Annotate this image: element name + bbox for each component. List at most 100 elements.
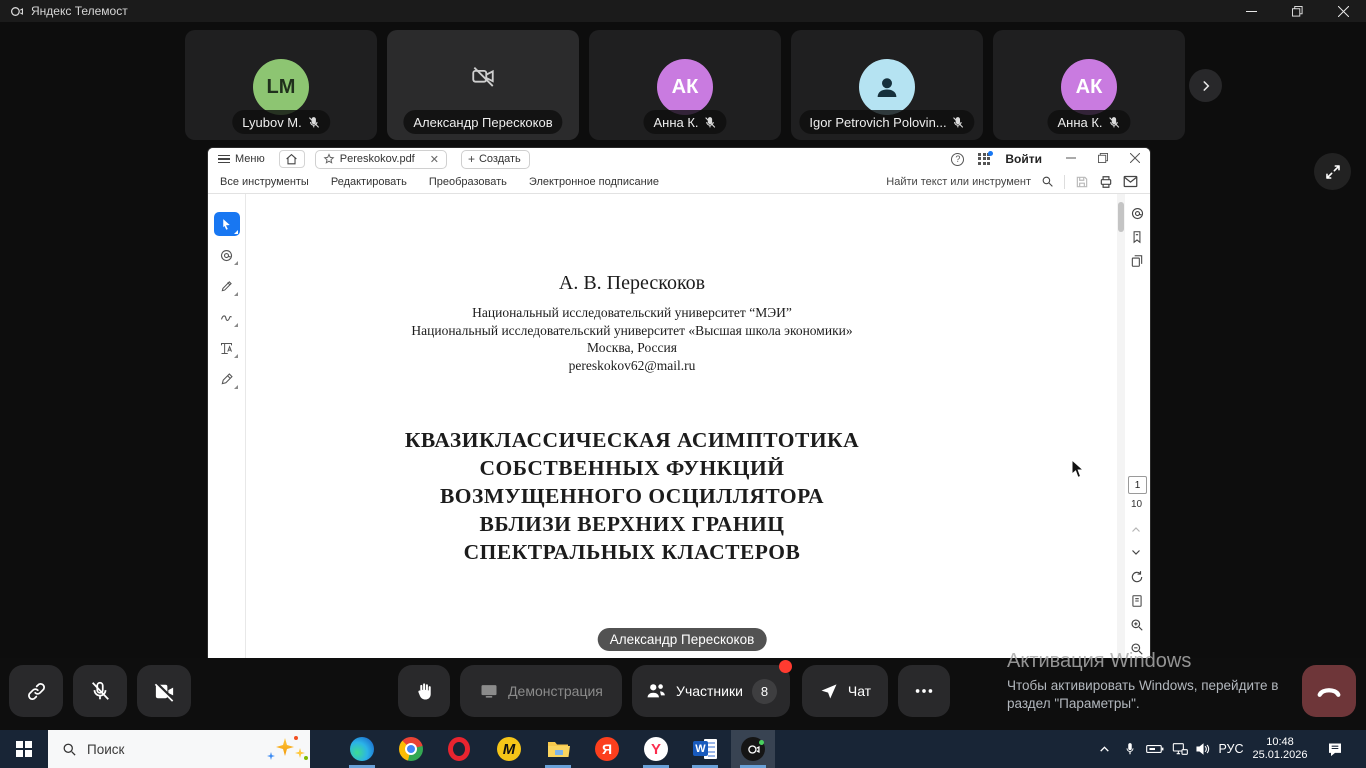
taskbar-yandex-browser-icon[interactable]: Y <box>644 737 668 761</box>
tray-battery-icon[interactable] <box>1142 730 1167 768</box>
help-icon[interactable]: ? <box>951 153 964 166</box>
end-call-button[interactable] <box>1302 665 1356 717</box>
sparkle-dot-green <box>304 756 308 760</box>
scrollbar-thumb[interactable] <box>1118 202 1124 232</box>
pdf-close-button[interactable] <box>1130 153 1140 166</box>
window-restore-button[interactable] <box>1274 0 1320 22</box>
mic-muted-icon <box>307 116 320 129</box>
share-screen-label: Демонстрация <box>508 683 603 699</box>
page-number-input[interactable]: 1 <box>1128 476 1147 494</box>
sign-in-button[interactable]: Войти <box>1005 152 1042 166</box>
end-call-icon <box>1316 684 1342 699</box>
apps-grid-icon[interactable] <box>978 153 991 166</box>
tray-language-indicator[interactable]: РУС <box>1214 730 1248 768</box>
more-options-button[interactable] <box>898 665 950 717</box>
participant-tile[interactable]: Igor Petrovich Polovin... <box>791 30 983 140</box>
mic-muted-icon <box>704 116 717 129</box>
highlight-tool-button[interactable] <box>214 274 240 298</box>
copy-link-button[interactable] <box>9 665 63 717</box>
esign-menu-item[interactable]: Электронное подписание <box>529 176 659 188</box>
create-button[interactable]: Создать <box>461 150 530 169</box>
window-close-button[interactable] <box>1320 0 1366 22</box>
mail-icon[interactable] <box>1123 175 1138 188</box>
search-icon[interactable] <box>1041 175 1054 188</box>
pdf-window: Меню Pereskokov.pdf ✕ Создать ? Войти <box>208 148 1150 658</box>
comment-tool-button[interactable] <box>214 243 240 267</box>
share-screen-button[interactable]: Демонстрация <box>460 665 622 717</box>
yandex-browser-active-indicator <box>643 765 669 768</box>
taskbar-explorer-icon[interactable] <box>546 737 570 761</box>
zoom-in-icon[interactable] <box>1130 618 1144 635</box>
tray-action-center-icon[interactable] <box>1322 730 1347 768</box>
taskbar-word-icon[interactable]: W <box>693 737 717 761</box>
tray-volume-icon[interactable] <box>1190 730 1215 768</box>
print-icon[interactable] <box>1099 175 1113 189</box>
taskbar-search-box[interactable]: Поиск <box>48 730 310 768</box>
taskbar-opera-icon[interactable] <box>447 737 471 761</box>
avatar: АК <box>1061 59 1117 115</box>
participant-tile[interactable]: АК Анна К. <box>589 30 781 140</box>
home-tab-button[interactable] <box>279 150 305 168</box>
convert-menu-item[interactable]: Преобразовать <box>429 176 507 188</box>
create-label: Создать <box>479 153 521 165</box>
tray-clock[interactable]: 10:48 25.01.2026 <box>1248 730 1312 768</box>
pages-panel-icon[interactable] <box>1130 254 1144 271</box>
sparkle-dot-orange <box>294 736 298 740</box>
pdf-minimize-button[interactable] <box>1066 153 1076 166</box>
select-tool-button[interactable] <box>214 212 240 236</box>
tray-network-icon[interactable] <box>1167 730 1192 768</box>
participant-tile[interactable]: LM Lyubov M. <box>185 30 377 140</box>
pdf-toolbar: Все инструменты Редактировать Преобразов… <box>208 170 1150 194</box>
tab-close-icon[interactable]: ✕ <box>430 153 439 166</box>
tray-chevron-up[interactable] <box>1092 730 1117 768</box>
microphone-toggle-button[interactable] <box>73 665 127 717</box>
pdf-menu-button[interactable]: Меню <box>235 153 265 165</box>
pdf-content-area: А. В. Перескоков Национальный исследоват… <box>208 194 1150 658</box>
rotate-page-icon[interactable] <box>1130 570 1144 587</box>
tools-menu-item[interactable]: Все инструменты <box>220 176 309 188</box>
taskbar-telemost-icon[interactable] <box>741 737 765 761</box>
draw-tool-button[interactable] <box>214 305 240 329</box>
mouse-cursor <box>1071 459 1085 479</box>
zoom-out-icon[interactable] <box>1130 642 1144 659</box>
doc-affiliation-1: Национальный исследовательский университ… <box>246 304 1018 322</box>
bookmarks-panel-icon[interactable] <box>1130 230 1144 247</box>
taskbar-m-app-icon[interactable]: M <box>497 737 521 761</box>
text-box-tool-button[interactable] <box>214 336 240 360</box>
document-tab[interactable]: Pereskokov.pdf ✕ <box>315 150 447 169</box>
doc-location: Москва, Россия <box>246 339 1018 357</box>
participants-button[interactable]: Участники 8 <box>632 665 790 717</box>
participant-tile[interactable]: АК Анна К. <box>993 30 1185 140</box>
taskbar-chrome-icon[interactable] <box>399 737 423 761</box>
fill-sign-tool-button[interactable] <box>214 367 240 391</box>
raise-hand-button[interactable] <box>398 665 450 717</box>
next-participants-button[interactable] <box>1189 69 1222 102</box>
edit-menu-item[interactable]: Редактировать <box>331 176 407 188</box>
camera-toggle-button[interactable] <box>137 665 191 717</box>
chat-send-icon <box>819 681 839 701</box>
start-button[interactable] <box>0 730 48 768</box>
telemost-app-icon <box>10 5 23 18</box>
taskbar-edge-icon[interactable] <box>350 737 374 761</box>
document-page[interactable]: А. В. Перескоков Национальный исследоват… <box>246 194 1117 658</box>
doc-author: А. В. Перескоков <box>246 272 1018 295</box>
comments-panel-icon[interactable] <box>1130 206 1145 224</box>
participant-name-pill: Igor Petrovich Polovin... <box>799 110 974 134</box>
tray-microphone-icon[interactable] <box>1117 730 1142 768</box>
pdf-restore-button[interactable] <box>1098 153 1108 166</box>
page-total-label: 10 <box>1131 499 1142 510</box>
previous-page-icon[interactable] <box>1130 524 1142 539</box>
next-page-icon[interactable] <box>1130 546 1142 561</box>
expand-share-button[interactable] <box>1314 153 1351 190</box>
chat-button[interactable]: Чат <box>802 665 888 717</box>
telemost-active-indicator <box>740 765 766 768</box>
find-tool-label[interactable]: Найти текст или инструмент <box>886 176 1031 188</box>
camera-off-icon <box>470 63 496 94</box>
pdf-scrollbar[interactable] <box>1117 194 1125 658</box>
participant-tile[interactable]: Александр Перескоков <box>387 30 579 140</box>
word-active-indicator <box>692 765 718 768</box>
save-icon[interactable] <box>1075 175 1089 189</box>
page-view-icon[interactable] <box>1130 594 1144 611</box>
taskbar-yandex-app-icon[interactable]: Я <box>595 737 619 761</box>
window-minimize-button[interactable] <box>1228 0 1274 22</box>
